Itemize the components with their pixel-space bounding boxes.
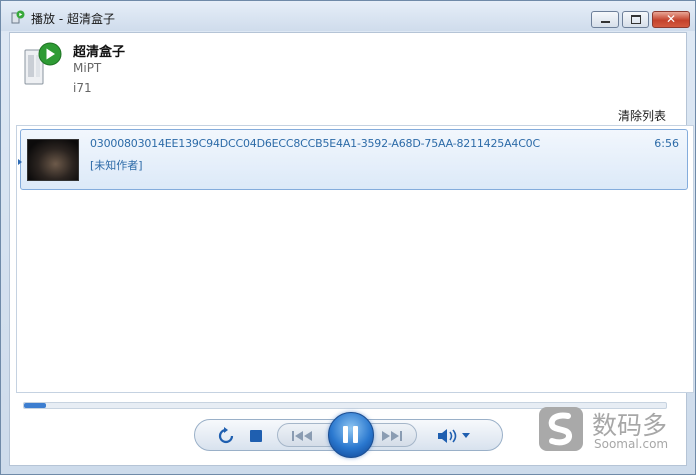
repeat-icon[interactable] — [217, 427, 235, 445]
seek-bar-progress — [24, 403, 47, 408]
device-manufacturer: MiPT — [73, 61, 102, 75]
next-icon[interactable] — [379, 430, 403, 442]
now-playing-marker — [18, 159, 22, 165]
window-title: 播放 - 超清盒子 — [31, 12, 115, 26]
title-bar[interactable]: 播放 - 超清盒子 ✕ — [1, 1, 695, 31]
track-artist: [未知作者] — [90, 159, 143, 172]
player-content: 超清盒子 MiPT i71 清除列表 03000803014EE139C94DC… — [9, 32, 694, 466]
track-title: 03000803014EE139C94DCC04D6ECC8CCB5E4A1-3… — [90, 137, 540, 150]
maximize-icon — [623, 12, 648, 27]
volume-icon[interactable] — [437, 428, 459, 444]
playback-controls — [194, 412, 503, 458]
playlist: 03000803014EE139C94DCC04D6ECC8CCB5E4A1-3… — [16, 125, 694, 393]
playlist-item[interactable]: 03000803014EE139C94DCC04D6ECC8CCB5E4A1-3… — [18, 129, 688, 190]
device-model: i71 — [73, 81, 92, 95]
minimize-icon — [592, 12, 618, 27]
pause-button[interactable] — [328, 412, 374, 458]
watermark: 数码多 Soomal.com — [538, 406, 688, 454]
watermark-en: Soomal.com — [594, 437, 669, 451]
volume-dropdown-icon[interactable] — [462, 433, 470, 438]
minimize-button[interactable] — [591, 11, 619, 28]
device-name: 超清盒子 — [73, 45, 126, 60]
device-icon — [24, 42, 62, 85]
maximize-button[interactable] — [622, 11, 649, 28]
watermark-logo — [539, 407, 583, 451]
pause-icon — [353, 426, 358, 443]
media-player-window: 播放 - 超清盒子 ✕ 超清盒子 MiPT i71 清除列表 030008030… — [0, 0, 696, 475]
clear-list-link[interactable]: 清除列表 — [618, 107, 666, 124]
close-button[interactable]: ✕ — [652, 11, 690, 28]
stop-button[interactable] — [250, 430, 262, 442]
app-icon — [11, 10, 25, 24]
close-icon: ✕ — [665, 12, 677, 26]
previous-icon[interactable] — [291, 430, 315, 442]
track-duration: 6:56 — [654, 137, 679, 150]
pause-icon — [343, 426, 348, 443]
video-thumbnail — [27, 139, 79, 181]
